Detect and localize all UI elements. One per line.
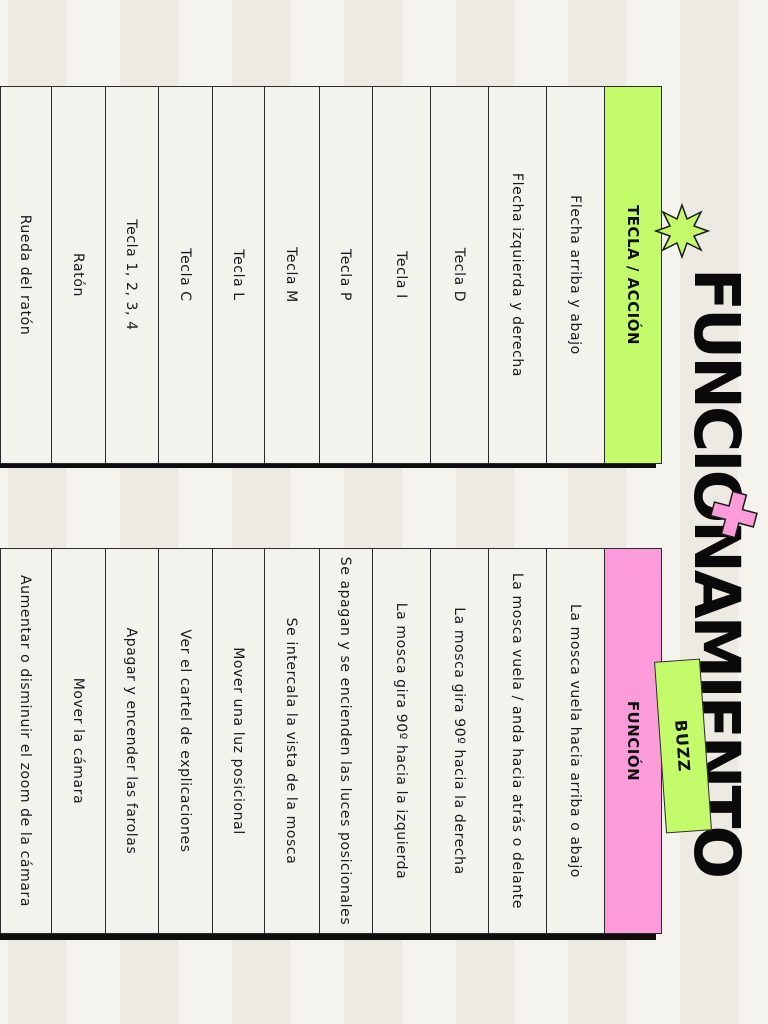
table-row: La mosca gira 90º hacia la izquierda bbox=[372, 549, 431, 933]
table-row: Mover una luz posicional bbox=[212, 549, 265, 933]
keys-table-body: TECLA / ACCIÓN Flecha arriba y abajo Fle… bbox=[0, 86, 662, 464]
rotated-content: FUNCIONAMIENTO BUZZ TECLA / ACCIÓN Flech… bbox=[0, 0, 768, 1024]
star-burst-icon bbox=[650, 202, 711, 260]
table-row: La mosca vuela hacia arriba o abajo bbox=[546, 549, 605, 933]
table-row: Ver el cartel de explicaciones bbox=[158, 549, 213, 933]
keys-table-header: TECLA / ACCIÓN bbox=[604, 87, 661, 463]
table-row: La mosca vuela / anda hacia atrás o dela… bbox=[488, 549, 547, 933]
table-row: Mover la cámara bbox=[51, 549, 106, 933]
table-row: Aumentar o disminuir el zoom de la cámar… bbox=[0, 549, 52, 933]
table-row: Tecla 1, 2, 3, 4 bbox=[105, 87, 159, 463]
functions-table-header: FUNCIÓN bbox=[604, 549, 661, 933]
table-row: Apagar y encender las farolas bbox=[105, 549, 159, 933]
table-row: Tecla C bbox=[158, 87, 213, 463]
table-row: Flecha arriba y abajo bbox=[546, 87, 605, 463]
table-row: Tecla M bbox=[264, 87, 320, 463]
table-row: Tecla P bbox=[319, 87, 373, 463]
table-row: Ratón bbox=[51, 87, 106, 463]
table-row: Tecla D bbox=[430, 87, 489, 463]
table-row: Se apagan y se encienden las luces posic… bbox=[319, 549, 373, 933]
table-row: Se intercala la vista de la mosca bbox=[264, 549, 320, 933]
table-row: Tecla I bbox=[372, 87, 431, 463]
table-row: La mosca gira 90º hacia la derecha bbox=[430, 549, 489, 933]
table-row: Tecla L bbox=[212, 87, 265, 463]
functions-table-body: FUNCIÓN La mosca vuela hacia arriba o ab… bbox=[0, 548, 662, 934]
table-row: Rueda del ratón bbox=[0, 87, 52, 463]
table-row: Flecha izquierda y derecha bbox=[488, 87, 547, 463]
